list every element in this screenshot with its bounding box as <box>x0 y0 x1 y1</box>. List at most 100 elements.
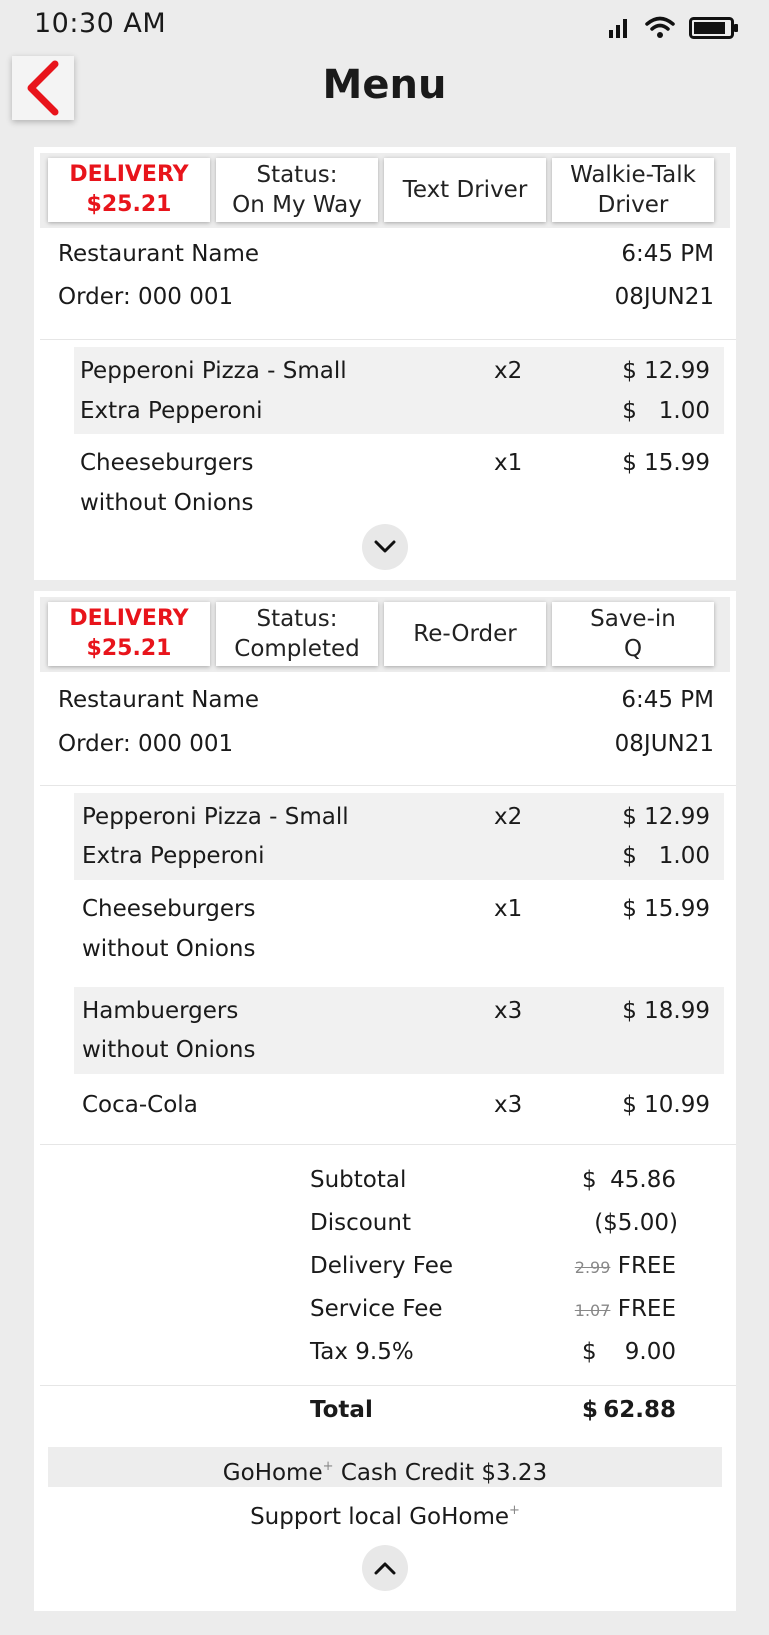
signal-icon <box>609 19 627 38</box>
item-name: Cheeseburgers <box>80 450 254 476</box>
credit-text: Cash Credit $3.23 <box>340 1460 548 1486</box>
status-label: Status: <box>256 606 338 632</box>
order-number: Order: 000 001 <box>58 284 234 310</box>
chevron-up-icon <box>374 1562 396 1575</box>
item-price: $ 18.99 <box>622 998 710 1024</box>
item-price: $ 12.99 <box>622 804 710 830</box>
order-date: 08JUN21 <box>614 284 714 310</box>
delivery-button[interactable]: DELIVERY $25.21 <box>48 602 210 666</box>
item-name: Cheeseburgers <box>82 896 256 922</box>
status-bar: 10:30 AM <box>0 0 769 56</box>
collapse-button[interactable] <box>362 1545 408 1591</box>
order-card: DELIVERY $25.21 Status: Completed Re-Ord… <box>34 591 736 1611</box>
status-label: Status: <box>256 162 338 188</box>
list-item[interactable]: Pepperoni Pizza - Small Extra Pepperoni … <box>74 793 724 880</box>
delivery-fee-value: FREE <box>617 1253 676 1279</box>
item-price: $ 12.99 <box>622 358 710 384</box>
divider <box>40 339 736 340</box>
divider <box>40 1144 736 1145</box>
text-driver-button[interactable]: Text Driver <box>384 158 546 222</box>
order-action-bar: DELIVERY $25.21 Status: Completed Re-Ord… <box>40 597 730 672</box>
order-time: 6:45 PM <box>621 687 714 713</box>
item-modifier: without Onions <box>82 936 256 962</box>
restaurant-name: Restaurant Name <box>58 241 260 267</box>
total-value: 62.88 <box>603 1397 676 1423</box>
service-fee-value-group: 1.07 FREE <box>575 1296 676 1322</box>
divider <box>40 1385 736 1386</box>
list-item[interactable]: Cheeseburgers without Onions x1 $ 15.99 <box>74 880 724 967</box>
credit-brand: GoHome <box>222 1460 323 1486</box>
item-name: Pepperoni Pizza - Small <box>80 358 347 384</box>
wifi-icon <box>645 16 675 38</box>
order-time: 6:45 PM <box>621 241 714 267</box>
status-value: On My Way <box>232 192 362 218</box>
save-in-q-label-line1: Save-in <box>590 606 676 632</box>
support-text: Support local GoHome <box>250 1504 510 1530</box>
page-title: Menu <box>322 62 447 108</box>
subtotal-currency: $ <box>582 1167 597 1193</box>
cash-credit-banner: GoHome+ Cash Credit $3.23 <box>48 1447 722 1487</box>
save-in-q-label-line2: Q <box>623 636 643 662</box>
plus-mark: + <box>322 1459 334 1474</box>
expand-button[interactable] <box>362 524 408 570</box>
order-number: Order: 000 001 <box>58 731 234 757</box>
delivery-fee-label: Delivery Fee <box>310 1253 454 1279</box>
item-name: Hambuergers <box>82 998 239 1024</box>
delivery-fee-value-group: 2.99 FREE <box>575 1253 676 1279</box>
order-date: 08JUN21 <box>614 731 714 757</box>
delivery-button[interactable]: DELIVERY $25.21 <box>48 158 210 222</box>
tax-currency: $ <box>582 1339 597 1365</box>
walkie-talk-driver-button[interactable]: Walkie-Talk Driver <box>552 158 714 222</box>
delivery-fee-original: 2.99 <box>574 1258 611 1277</box>
list-item[interactable]: Cheeseburgers without Onions x1 $ 15.99 <box>74 434 724 521</box>
delivery-label: DELIVERY <box>69 162 189 187</box>
status-value: Completed <box>234 636 360 662</box>
service-fee-original: 1.07 <box>574 1301 611 1320</box>
discount-label: Discount <box>310 1210 411 1236</box>
item-modifier: without Onions <box>80 490 254 516</box>
tax-label: Tax 9.5% <box>310 1339 414 1365</box>
item-modifier: without Onions <box>82 1037 256 1063</box>
subtotal-label: Subtotal <box>310 1167 407 1193</box>
total-currency: $ <box>582 1397 599 1423</box>
delivery-label: DELIVERY <box>69 606 189 631</box>
text-driver-label: Text Driver <box>402 177 528 203</box>
battery-icon <box>689 17 738 39</box>
delivery-amount: $25.21 <box>86 192 172 217</box>
list-item[interactable]: Hambuergers without Onions x3 $ 18.99 <box>74 987 724 1074</box>
total-label: Total <box>310 1397 373 1423</box>
item-quantity: x1 <box>494 896 523 922</box>
item-quantity: x2 <box>494 358 523 384</box>
restaurant-name: Restaurant Name <box>58 687 260 713</box>
list-item[interactable]: Pepperoni Pizza - Small Extra Pepperoni … <box>74 347 724 434</box>
divider <box>40 785 736 786</box>
item-name: Pepperoni Pizza - Small <box>82 804 349 830</box>
support-local-text: Support local GoHome+ <box>34 1491 736 1537</box>
item-modifier: Extra Pepperoni <box>80 398 263 424</box>
status-time: 10:30 AM <box>34 8 167 39</box>
re-order-button[interactable]: Re-Order <box>384 602 546 666</box>
walkie-talk-label-line2: Driver <box>597 192 669 218</box>
plus-mark: + <box>509 1503 520 1518</box>
item-price: $ 15.99 <box>622 896 710 922</box>
order-action-bar: DELIVERY $25.21 Status: On My Way Text D… <box>40 153 730 228</box>
modifier-price: $ 1.00 <box>622 843 710 869</box>
item-modifier: Extra Pepperoni <box>82 843 265 869</box>
status-button[interactable]: Status: On My Way <box>216 158 378 222</box>
modifier-price: $ 1.00 <box>622 398 710 424</box>
item-name: Coca-Cola <box>82 1092 198 1118</box>
delivery-amount: $25.21 <box>86 636 172 661</box>
subtotal-value: 45.86 <box>610 1167 676 1193</box>
item-quantity: x3 <box>494 1092 523 1118</box>
item-price: $ 10.99 <box>622 1092 710 1118</box>
status-button[interactable]: Status: Completed <box>216 602 378 666</box>
save-in-q-button[interactable]: Save-in Q <box>552 602 714 666</box>
service-fee-label: Service Fee <box>310 1296 443 1322</box>
service-fee-value: FREE <box>617 1296 676 1322</box>
walkie-talk-label-line1: Walkie-Talk <box>570 162 696 188</box>
status-icons <box>607 16 739 40</box>
item-quantity: x2 <box>494 804 523 830</box>
item-quantity: x1 <box>494 450 523 476</box>
list-item[interactable]: Coca-Cola x3 $ 10.99 <box>74 1074 724 1134</box>
item-quantity: x3 <box>494 998 523 1024</box>
